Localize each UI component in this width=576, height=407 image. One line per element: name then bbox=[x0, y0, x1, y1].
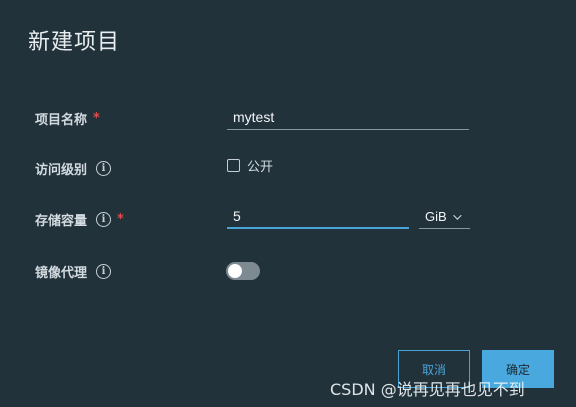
access-level-label: 访问级别 i bbox=[35, 159, 112, 178]
project-name-label: 项目名称 * bbox=[35, 109, 100, 128]
info-icon[interactable]: i bbox=[96, 264, 112, 279]
chevron-down-icon bbox=[452, 210, 462, 220]
required-mark: * bbox=[117, 212, 124, 227]
new-project-dialog: 新建项目 项目名称 * 访问级别 i 公开 存储容量 i * GiB 镜像代理 … bbox=[0, 0, 576, 407]
required-mark: * bbox=[93, 111, 100, 126]
project-name-input[interactable] bbox=[227, 105, 469, 130]
mirror-proxy-toggle[interactable] bbox=[226, 262, 260, 280]
dialog-title: 新建项目 bbox=[28, 30, 121, 55]
public-checkbox-label: 公开 bbox=[247, 160, 274, 175]
watermark: CSDN @说再见再也见不到 bbox=[330, 380, 525, 399]
toggle-knob bbox=[228, 264, 242, 278]
project-name-label-text: 项目名称 bbox=[35, 113, 88, 128]
mirror-proxy-label-text: 镜像代理 bbox=[35, 266, 88, 281]
storage-capacity-label: 存储容量 i * bbox=[35, 210, 124, 229]
info-icon[interactable]: i bbox=[96, 212, 112, 227]
info-icon[interactable]: i bbox=[96, 161, 112, 176]
checkbox-box[interactable] bbox=[227, 159, 240, 172]
public-checkbox[interactable]: 公开 bbox=[227, 156, 273, 175]
storage-capacity-label-text: 存储容量 bbox=[35, 214, 88, 229]
storage-capacity-input[interactable] bbox=[227, 204, 409, 229]
mirror-proxy-label: 镜像代理 i bbox=[35, 262, 112, 281]
access-level-label-text: 访问级别 bbox=[35, 163, 88, 178]
storage-unit-select[interactable]: GiB bbox=[419, 205, 470, 229]
storage-unit-value: GiB bbox=[425, 209, 447, 224]
